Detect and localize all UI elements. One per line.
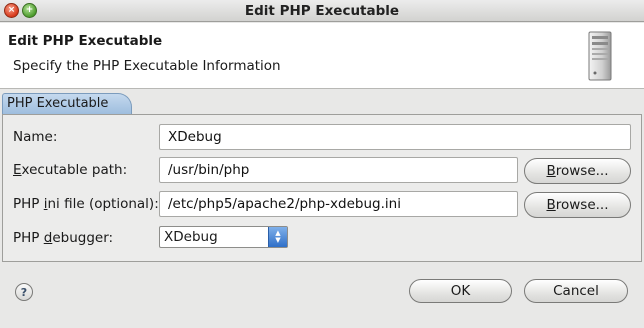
help-icon[interactable]: ? (15, 283, 33, 301)
php-ini-input[interactable] (159, 191, 518, 217)
header-subtitle: Specify the PHP Executable Information (13, 58, 281, 74)
server-icon (588, 31, 612, 81)
cancel-button[interactable]: Cancel (524, 279, 628, 303)
php-debugger-select[interactable]: XDebug ▲ ▼ (159, 226, 288, 248)
name-input[interactable] (159, 124, 631, 150)
executable-path-input[interactable] (159, 157, 518, 183)
name-label: Name: (13, 129, 58, 145)
window-title: Edit PHP Executable (244, 3, 400, 19)
php-ini-label: PHP ini file (optional): (13, 196, 159, 212)
php-debugger-label: PHP debugger: (13, 230, 114, 246)
tab-php-executable[interactable]: PHP Executable (2, 93, 132, 115)
executable-path-label: Executable path: (13, 162, 128, 178)
dialog-header: Edit PHP Executable Specify the PHP Exec… (0, 23, 644, 89)
php-debugger-value: XDebug (164, 229, 218, 245)
ok-button[interactable]: OK (409, 279, 512, 303)
browse-executable-button[interactable]: Browse... (524, 158, 631, 184)
title-bar: × + Edit PHP Executable (0, 0, 644, 22)
header-title: Edit PHP Executable (8, 33, 163, 49)
tab-label: PHP Executable (7, 96, 109, 111)
browse-ini-button[interactable]: Browse... (524, 192, 631, 218)
select-arrows-icon: ▲ ▼ (268, 227, 287, 247)
